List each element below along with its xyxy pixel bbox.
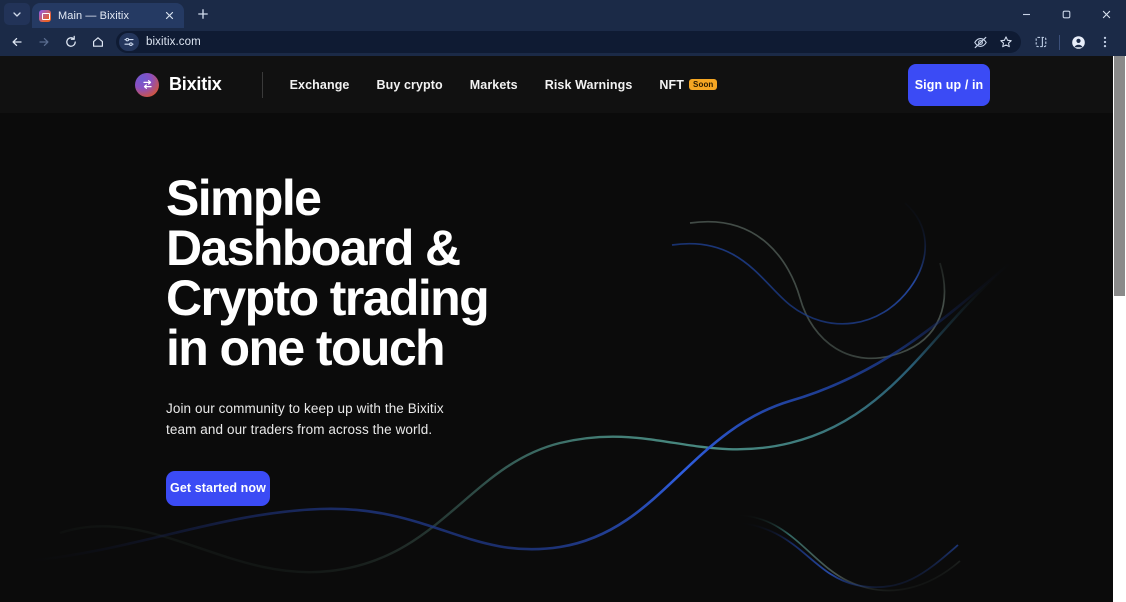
maximize-button[interactable] (1046, 0, 1086, 28)
toolbar-divider (1059, 34, 1060, 50)
nft-soon-badge: Soon (689, 78, 718, 91)
plus-icon (198, 9, 208, 19)
nav-item-nft[interactable]: NFT Soon (659, 77, 718, 92)
close-window-button[interactable] (1086, 0, 1126, 28)
site-header: Bixitix Exchange Buy crypto Markets Risk… (0, 56, 1126, 113)
chevron-down-icon (13, 12, 21, 17)
browser-menu-button[interactable] (1092, 30, 1118, 54)
hero-title: Simple Dashboard & Crypto trading in one… (166, 173, 626, 373)
hero-subtitle: Join our community to keep up with the B… (166, 399, 466, 441)
site-info-button[interactable] (119, 33, 139, 51)
tab-search-button[interactable] (4, 3, 30, 25)
maximize-icon (1062, 10, 1070, 18)
arrow-left-icon (12, 37, 22, 47)
header-divider (261, 71, 263, 98)
account-avatar-icon (1071, 35, 1085, 49)
hero-title-line-2: Dashboard & (166, 220, 461, 276)
nav-item-exchange[interactable]: Exchange (290, 78, 350, 92)
home-button[interactable] (85, 30, 111, 54)
back-button[interactable] (4, 30, 30, 54)
forward-button[interactable] (31, 30, 57, 54)
tab-close-button[interactable] (162, 8, 177, 23)
browser-toolbar: bixitix.com (0, 28, 1126, 56)
new-tab-button[interactable] (190, 2, 216, 26)
scrollbar-thumb[interactable] (1114, 56, 1125, 296)
three-dot-menu-icon (1103, 36, 1107, 48)
hero-title-line-4: in one touch (166, 320, 446, 376)
nav-item-markets[interactable]: Markets (470, 78, 518, 92)
close-icon (1102, 10, 1110, 18)
profile-button[interactable] (1065, 30, 1091, 54)
hero-section: Simple Dashboard & Crypto trading in one… (0, 113, 1126, 602)
tab-strip: Main — Bixitix (0, 0, 1126, 28)
hero-subtitle-line-2: and our traders from across the world. (200, 421, 433, 437)
bookmark-button[interactable] (995, 32, 1017, 52)
nav-item-buy-crypto[interactable]: Buy crypto (376, 78, 442, 92)
main-navigation: Exchange Buy crypto Markets Risk Warning… (290, 78, 718, 92)
panel-icon (1035, 36, 1047, 48)
exchange-arrows-icon (142, 80, 152, 89)
page-viewport: Bixitix Exchange Buy crypto Markets Risk… (0, 56, 1126, 602)
minimize-icon (1022, 13, 1030, 15)
browser-window: Main — Bixitix bixitix.com Bixitix Excha… (0, 0, 1126, 602)
arrow-right-icon (39, 37, 49, 47)
brand-logo[interactable]: Bixitix (135, 72, 222, 97)
tab-title: Main — Bixitix (58, 9, 130, 22)
hero-title-line-3: Crypto trading (166, 270, 490, 326)
brand-name: Bixitix (169, 74, 222, 94)
nav-item-risk-warnings[interactable]: Risk Warnings (545, 78, 633, 92)
tune-sliders-icon (124, 37, 134, 46)
get-started-button[interactable]: Get started now (166, 470, 270, 506)
eye-slash-icon (973, 36, 987, 48)
nav-item-nft-label: NFT (659, 77, 685, 92)
omnibox-actions (969, 32, 1017, 52)
signup-button[interactable]: Sign up / in (908, 63, 990, 106)
split-screen-button[interactable] (1028, 30, 1054, 54)
url-text[interactable]: bixitix.com (146, 36, 962, 48)
hero-content: Simple Dashboard & Crypto trading in one… (0, 113, 1126, 506)
minimize-button[interactable] (1006, 0, 1046, 28)
window-controls (1006, 0, 1126, 28)
reload-icon (66, 35, 76, 47)
bixitix-favicon (39, 9, 51, 22)
star-icon (1000, 36, 1012, 48)
hero-title-line-1: Simple (166, 170, 322, 226)
page-scrollbar[interactable] (1113, 56, 1126, 602)
home-icon (93, 37, 103, 47)
close-icon (165, 11, 174, 20)
reload-button[interactable] (58, 30, 84, 54)
tracking-protection-button[interactable] (969, 32, 991, 52)
bixitix-logo-icon (135, 72, 159, 97)
browser-tab[interactable]: Main — Bixitix (32, 3, 184, 28)
address-bar[interactable]: bixitix.com (116, 31, 1021, 53)
